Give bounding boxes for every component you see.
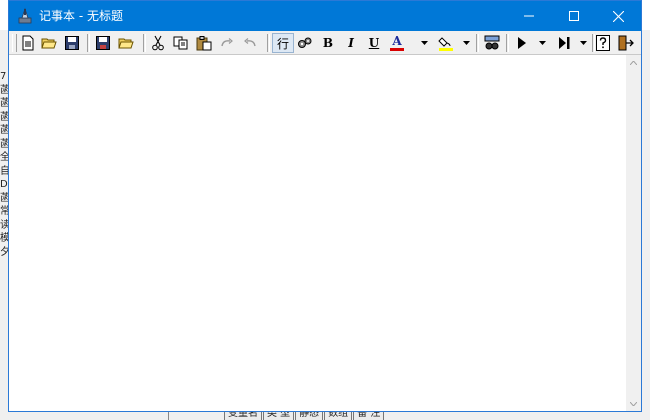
- find-replace-button[interactable]: [482, 33, 502, 53]
- scroll-down-button[interactable]: [626, 396, 641, 411]
- step-icon: [558, 37, 569, 49]
- step-dropdown[interactable]: [578, 33, 588, 53]
- toolbar-separator: [87, 34, 90, 52]
- font-color-icon: A: [392, 34, 402, 48]
- help-button[interactable]: [593, 33, 613, 53]
- toolbar-separator: [506, 34, 509, 52]
- chevron-down-icon: [630, 401, 637, 406]
- open-icon: [118, 38, 134, 49]
- help-icon: [596, 35, 610, 51]
- line-icon: 行: [276, 36, 289, 51]
- chevron-up-icon: [630, 60, 637, 65]
- open-button[interactable]: [39, 33, 59, 53]
- text-editor-area[interactable]: [9, 55, 626, 411]
- redo-icon: [221, 38, 233, 47]
- line-toggle-button[interactable]: 行: [272, 33, 294, 53]
- close-icon: [613, 10, 624, 22]
- notepad-window: 记事本 - 无标题 行 B I U A: [8, 0, 642, 412]
- scroll-up-button[interactable]: [626, 55, 641, 70]
- settings-button[interactable]: [295, 33, 315, 53]
- maximize-button[interactable]: [551, 1, 596, 31]
- settings-icon: [298, 37, 312, 48]
- maximize-icon: [568, 11, 579, 21]
- cut-icon: [152, 35, 164, 51]
- close-button[interactable]: [596, 1, 641, 31]
- undo-icon: [244, 38, 256, 47]
- chevron-down-icon: [462, 41, 470, 45]
- toolbar-grip[interactable]: [12, 34, 17, 52]
- font-color-swatch: [390, 48, 404, 51]
- italic-icon: I: [348, 36, 354, 50]
- paste-button[interactable]: [194, 33, 214, 53]
- copy-icon: [173, 36, 188, 50]
- bold-icon: B: [322, 36, 334, 50]
- fill-color-button[interactable]: [436, 33, 456, 53]
- fill-color-dropdown[interactable]: [461, 33, 471, 53]
- new-file-icon: [22, 35, 34, 51]
- paste-icon: [196, 35, 212, 50]
- step-button[interactable]: [554, 33, 574, 53]
- toolbar-separator: [143, 34, 146, 52]
- italic-button[interactable]: I: [341, 33, 361, 53]
- open-file-button[interactable]: [116, 33, 136, 53]
- font-color-dropdown[interactable]: [419, 33, 429, 53]
- copy-button[interactable]: [171, 33, 191, 53]
- find-replace-icon: [484, 35, 500, 50]
- title-bar[interactable]: 记事本 - 无标题: [9, 1, 641, 31]
- chevron-down-icon: [538, 41, 546, 45]
- chevron-down-icon: [420, 41, 428, 45]
- save-button[interactable]: [62, 33, 82, 53]
- fill-color-icon: [438, 37, 453, 51]
- underline-button[interactable]: U: [364, 33, 384, 53]
- exit-icon: [618, 35, 634, 51]
- underline-icon: U: [368, 36, 380, 50]
- vertical-scrollbar[interactable]: [626, 55, 641, 411]
- save-all-button[interactable]: [93, 33, 113, 53]
- run-dropdown[interactable]: [537, 33, 547, 53]
- background-app-right-edge: [641, 30, 650, 420]
- save-icon: [65, 36, 79, 50]
- save-all-icon: [96, 36, 110, 50]
- notepad-app-icon: [18, 7, 32, 24]
- font-color-button[interactable]: A: [387, 33, 407, 53]
- undo-button[interactable]: [240, 33, 260, 53]
- run-button[interactable]: [512, 33, 532, 53]
- minimize-icon: [523, 15, 534, 17]
- bold-button[interactable]: B: [318, 33, 338, 53]
- open-folder-icon: [41, 38, 57, 49]
- run-icon: [518, 37, 526, 49]
- toolbar-separator: [267, 34, 270, 52]
- minimize-button[interactable]: [506, 1, 551, 31]
- exit-button[interactable]: [616, 33, 636, 53]
- chevron-down-icon: [579, 41, 587, 45]
- cut-button[interactable]: [148, 33, 168, 53]
- toolbar-separator: [476, 34, 479, 52]
- redo-button[interactable]: [217, 33, 237, 53]
- window-title: 记事本 - 无标题: [39, 9, 123, 23]
- new-file-button[interactable]: [18, 33, 38, 53]
- toolbar: 行 B I U A: [9, 31, 641, 55]
